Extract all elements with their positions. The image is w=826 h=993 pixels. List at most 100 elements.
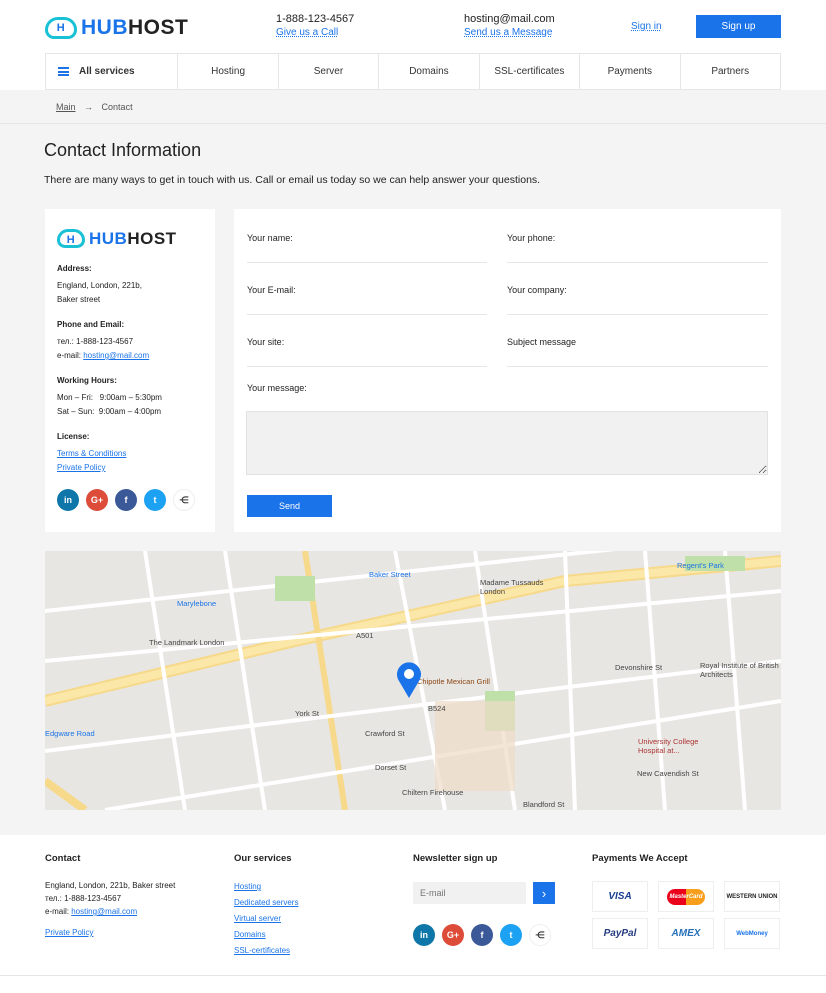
map[interactable]: Baker Street Madame Tussauds London Mary… [45, 551, 781, 810]
footer-services-title: Our services [234, 853, 292, 864]
divider [0, 123, 826, 124]
breadcrumb-current: Contact [101, 102, 133, 112]
map-label: York St [295, 709, 319, 718]
message-link[interactable]: Send us a Message [464, 26, 555, 39]
nav-ssl[interactable]: SSL-certificates [480, 54, 581, 89]
facebook-icon[interactable]: f [115, 489, 137, 511]
tel: тел.: 1-888-123-4567 [57, 337, 134, 346]
map-label: A501 [356, 631, 374, 640]
sign-up-button[interactable]: Sign up [696, 15, 781, 38]
hours-weekend: Sat – Sun: 9:00am – 4:00pm [57, 407, 162, 416]
nav-server[interactable]: Server [279, 54, 380, 89]
map-label: Madame Tussauds London [480, 578, 544, 596]
message-label: Your message: [247, 383, 307, 393]
linkedin-icon[interactable]: in [57, 489, 79, 511]
mastercard-text: MasterCard [667, 888, 705, 905]
header: H HUB HOST 1-888-123-4567 Give us a Call … [0, 0, 826, 90]
logo-hub: HUB [81, 16, 128, 39]
newsletter-email-input[interactable] [413, 882, 526, 904]
logo-host: HOST [128, 16, 189, 39]
subject-field[interactable]: Subject message [507, 337, 768, 367]
page-intro: There are many ways to get in touch with… [44, 174, 541, 186]
newsletter-submit-button[interactable]: › [533, 882, 555, 904]
share-icon[interactable]: ⋲ [529, 924, 551, 946]
terms-link[interactable]: Terms & Conditions [57, 449, 126, 458]
service-link[interactable]: SSL-certificates [234, 946, 290, 955]
field-label: Your company: [507, 285, 567, 295]
newsletter-title: Newsletter sign up [413, 853, 498, 864]
send-button[interactable]: Send [247, 495, 332, 517]
address-line: Baker street [57, 295, 101, 304]
company-field[interactable]: Your company: [507, 285, 768, 315]
nav-payments[interactable]: Payments [580, 54, 681, 89]
map-label: Chipotle Mexican Grill [417, 677, 490, 686]
google-plus-icon[interactable]: G+ [86, 489, 108, 511]
linkedin-icon[interactable]: in [413, 924, 435, 946]
footer-contact-title: Contact [45, 853, 81, 864]
name-field[interactable]: Your name: [247, 233, 487, 263]
field-label: Your E-mail: [247, 285, 296, 295]
share-icon[interactable]: ⋲ [173, 489, 195, 511]
email-prefix: e-mail: [45, 907, 72, 916]
breadcrumb: Main → Contact [56, 102, 133, 112]
main-nav: All services Hosting Server Domains SSL-… [45, 53, 781, 90]
footer-contact: England, London, 221b, Baker street тел.… [45, 879, 175, 939]
footer: Contact England, London, 221b, Baker str… [0, 835, 826, 993]
nav-hosting[interactable]: Hosting [178, 54, 279, 89]
menu-icon [58, 67, 69, 76]
service-link[interactable]: Domains [234, 930, 266, 939]
footer-divider [0, 975, 826, 976]
sign-in-link[interactable]: Sign in [631, 21, 662, 32]
twitter-icon[interactable]: t [500, 924, 522, 946]
logo[interactable]: H HUB HOST [45, 16, 188, 40]
map-pin-icon [397, 662, 421, 698]
footer-privacy-link[interactable]: Private Policy [45, 928, 93, 937]
nav-label: All services [79, 66, 135, 77]
service-link[interactable]: Dedicated servers [234, 898, 298, 907]
footer-address: England, London, 221b, Baker street [45, 881, 176, 890]
twitter-icon[interactable]: t [144, 489, 166, 511]
map-label: Chiltern Firehouse [402, 788, 464, 797]
map-label: Dorset St [375, 763, 407, 772]
site-field[interactable]: Your site: [247, 337, 487, 367]
hours-label: Working Hours: [57, 376, 117, 385]
map-label: Marylebone [177, 599, 217, 608]
visa-logo: VISA [592, 881, 648, 912]
facebook-icon[interactable]: f [471, 924, 493, 946]
footer-tel: тел.: 1-888-123-4567 [45, 894, 122, 903]
nav-domains[interactable]: Domains [379, 54, 480, 89]
map-label: New Cavendish St [637, 769, 699, 778]
footer-social-links: in G+ f t ⋲ [413, 924, 551, 946]
call-link[interactable]: Give us a Call [276, 26, 354, 39]
footer-email-link[interactable]: hosting@mail.com [71, 907, 137, 916]
map-label: University College Hospital at... [638, 737, 699, 755]
license-label: License: [57, 432, 90, 441]
mastercard-logo: MasterCard [658, 881, 714, 912]
map-label: Royal Institute of British Architects [700, 661, 779, 679]
map-label: Crawford St [365, 729, 405, 738]
nav-partners[interactable]: Partners [681, 54, 780, 89]
phone-field[interactable]: Your phone: [507, 233, 768, 263]
google-plus-icon[interactable]: G+ [442, 924, 464, 946]
header-email: hosting@mail.com [464, 13, 555, 25]
field-label: Your phone: [507, 233, 556, 243]
message-textarea[interactable] [246, 411, 768, 475]
email-field[interactable]: Your E-mail: [247, 285, 487, 315]
service-link[interactable]: Hosting [234, 882, 261, 891]
map-label: Edgware Road [45, 729, 95, 738]
footer-services: Hosting Dedicated servers Virtual server… [234, 879, 298, 959]
privacy-link[interactable]: Private Policy [57, 463, 105, 472]
email-link[interactable]: hosting@mail.com [83, 351, 149, 360]
social-links: in G+ f t ⋲ [57, 489, 203, 511]
contact-card: H HUB HOST Address: England, London, 221b… [45, 209, 215, 532]
email-info: hosting@mail.com Send us a Message [464, 13, 555, 39]
nav-all-services[interactable]: All services [46, 54, 179, 89]
address-label: Address: [57, 264, 92, 273]
paypal-logo: PayPal [592, 918, 648, 949]
arrow-icon: → [84, 102, 94, 112]
map-label: Blandford St [523, 800, 565, 809]
breadcrumb-main[interactable]: Main [56, 102, 76, 112]
map-label: Devonshire St [615, 663, 663, 672]
page-title: Contact Information [44, 140, 202, 160]
service-link[interactable]: Virtual server [234, 914, 281, 923]
